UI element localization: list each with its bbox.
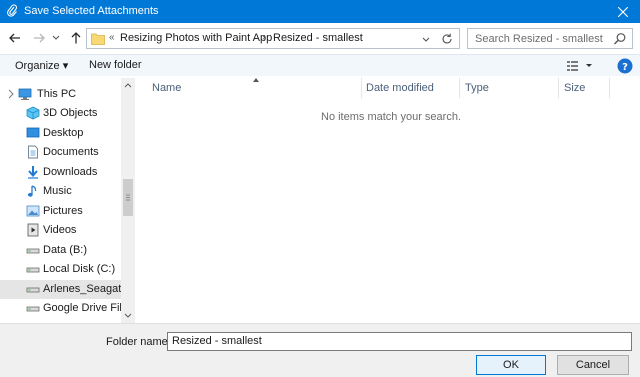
nav-item-label: Music xyxy=(43,185,72,197)
grip-icon xyxy=(126,194,130,201)
close-icon xyxy=(618,6,628,17)
window-title: Save Selected Attachments xyxy=(24,5,159,17)
videos-icon xyxy=(27,223,39,237)
drive-icon xyxy=(26,248,40,254)
desktop-icon xyxy=(26,127,40,138)
nav-item-videos[interactable]: Videos xyxy=(0,221,121,240)
folder-icon xyxy=(91,33,105,45)
file-list: Name Date modified Type Size No items ma… xyxy=(135,78,640,323)
help-button[interactable]: ? xyxy=(617,58,633,74)
nav-item-this-pc[interactable]: This PC xyxy=(0,85,121,104)
forward-arrow-icon xyxy=(34,33,45,43)
computer-icon xyxy=(18,88,32,100)
up-arrow-icon xyxy=(71,32,81,44)
recent-locations-button[interactable] xyxy=(50,29,62,47)
navigation-pane-scrollbar[interactable] xyxy=(121,78,135,323)
change-view-button[interactable] xyxy=(566,58,596,74)
column-header-label: Name xyxy=(152,82,182,94)
3d-objects-icon xyxy=(26,106,40,120)
nav-item-label: Pictures xyxy=(43,205,83,217)
column-header-label: Date modified xyxy=(366,82,434,94)
chevron-down-icon xyxy=(422,37,430,42)
refresh-button[interactable] xyxy=(439,31,455,47)
organize-button[interactable]: Organize ▾ xyxy=(15,59,68,72)
nav-item-downloads[interactable]: Downloads xyxy=(0,163,121,182)
nav-item-pictures[interactable]: Pictures xyxy=(0,202,121,221)
back-button[interactable] xyxy=(7,29,23,47)
new-folder-button[interactable]: New folder xyxy=(89,59,142,71)
scrollbar-thumb[interactable] xyxy=(123,179,133,216)
column-header-label: Size xyxy=(564,82,586,94)
column-header-name[interactable]: Name xyxy=(135,78,362,98)
address-bar[interactable]: « Resizing Photos with Paint App › Resiz… xyxy=(86,28,460,49)
empty-message: No items match your search. xyxy=(321,111,461,123)
up-button[interactable] xyxy=(68,29,84,47)
folder-name-label: Folder name: xyxy=(106,336,171,348)
search-icon xyxy=(614,33,626,45)
downloads-icon xyxy=(28,166,38,179)
navigation-pane: This PC 3D Objects Desktop Documents Dow… xyxy=(0,78,121,323)
forward-button[interactable] xyxy=(31,29,47,47)
nav-item-label: Data (B:) xyxy=(43,244,88,256)
breadcrumb-resized-smallest[interactable]: Resized - smallest xyxy=(273,32,363,44)
breadcrumb-separator-icon: › xyxy=(262,32,266,43)
nav-item-label: 3D Objects xyxy=(43,107,98,119)
view-options-icon xyxy=(567,61,592,71)
nav-item-documents[interactable]: Documents xyxy=(0,143,121,162)
search-input[interactable]: Search Resized - smallest xyxy=(467,28,633,49)
nav-item-desktop[interactable]: Desktop xyxy=(0,124,121,143)
scroll-up-icon[interactable] xyxy=(124,82,132,88)
folder-name-field[interactable]: Resized - smallest xyxy=(167,332,632,351)
search-placeholder: Search Resized - smallest xyxy=(475,33,603,45)
column-header-type[interactable]: Type xyxy=(460,78,559,98)
column-header-size[interactable]: Size xyxy=(559,78,610,98)
nav-item-label: Local Disk (C:) xyxy=(43,263,116,275)
nav-item-label: Documents xyxy=(43,146,99,158)
command-bar: Organize ▾ New folder ? xyxy=(0,54,640,76)
navigation-bar: « Resizing Photos with Paint App › Resiz… xyxy=(0,23,640,54)
dialog-footer: Folder name: Resized - smallest OK Cance… xyxy=(0,323,640,377)
breadcrumb-resizing-photos[interactable]: Resizing Photos with Paint App xyxy=(120,32,272,44)
close-button[interactable] xyxy=(606,0,640,23)
documents-icon xyxy=(28,145,38,159)
refresh-icon xyxy=(442,33,452,44)
title-bar: Save Selected Attachments xyxy=(0,0,640,23)
nav-item-label: Google Drive File S xyxy=(43,302,121,314)
address-overflow[interactable]: « xyxy=(109,32,115,43)
cancel-button[interactable]: Cancel xyxy=(557,355,629,375)
music-icon xyxy=(27,185,37,197)
nav-item-label: Videos xyxy=(43,224,77,236)
pictures-icon xyxy=(26,205,40,217)
column-header-label: Type xyxy=(465,82,489,94)
nav-item-data-b[interactable]: Data (B:) xyxy=(0,241,121,260)
ok-button[interactable]: OK xyxy=(476,355,546,375)
nav-item-3d-objects[interactable]: 3D Objects xyxy=(0,104,121,123)
nav-item-label: This PC xyxy=(37,88,77,100)
nav-item-music[interactable]: Music xyxy=(0,182,121,201)
nav-item-local-disk-c[interactable]: Local Disk (C:) xyxy=(0,260,121,279)
drive-icon xyxy=(26,287,40,293)
folder-name-value: Resized - smallest xyxy=(172,335,262,347)
sort-ascending-icon xyxy=(253,78,259,82)
nav-item-label: Arlenes_Seagate_5 xyxy=(43,283,121,295)
svg-text:?: ? xyxy=(622,62,628,73)
scroll-down-icon[interactable] xyxy=(124,313,132,319)
column-header-date-modified[interactable]: Date modified xyxy=(362,78,460,98)
nav-item-arlenes-seagate[interactable]: Arlenes_Seagate_5 xyxy=(0,280,121,299)
back-arrow-icon xyxy=(9,33,20,43)
help-icon: ? xyxy=(617,58,633,74)
expand-chevron-icon xyxy=(8,89,14,99)
nav-item-google-drive[interactable]: Google Drive File S xyxy=(0,299,121,318)
nav-item-label: Downloads xyxy=(43,166,98,178)
paper-clip-icon xyxy=(7,4,18,17)
nav-item-label: Desktop xyxy=(43,127,84,139)
chevron-down-icon xyxy=(52,35,60,40)
drive-icon xyxy=(26,306,40,312)
drive-icon xyxy=(26,267,40,273)
address-dropdown-button[interactable] xyxy=(419,32,433,46)
